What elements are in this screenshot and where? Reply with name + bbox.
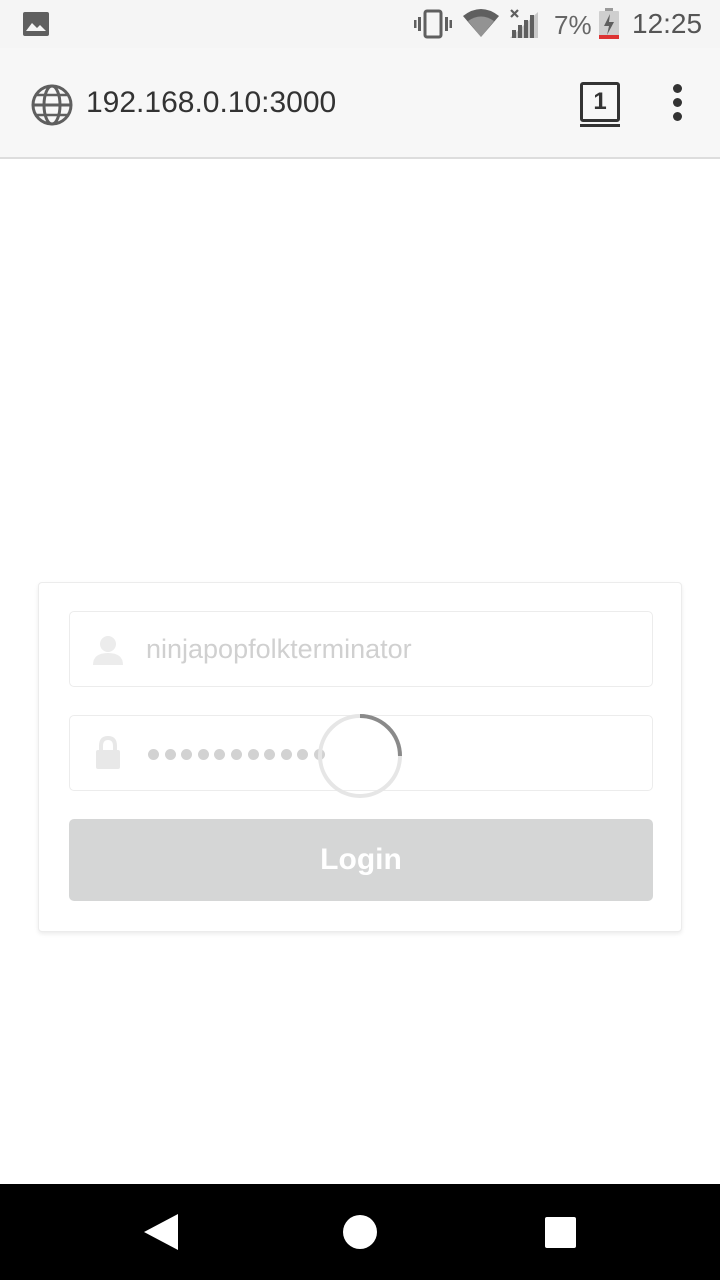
globe-icon[interactable] <box>30 83 74 127</box>
tab-switcher-underline <box>580 124 620 127</box>
battery-percent: 7% <box>554 10 592 40</box>
url-field[interactable]: 192.168.0.10:3000 <box>86 86 336 120</box>
home-icon[interactable] <box>343 1215 377 1249</box>
password-dot <box>148 749 159 760</box>
tab-switcher-button[interactable]: 1 <box>580 82 620 122</box>
battery-charging-icon <box>599 8 619 39</box>
loading-spinner <box>318 714 402 798</box>
username-value: ninjapopfolkterminator <box>146 634 412 664</box>
clock: 12:25 <box>632 8 703 39</box>
wifi-icon <box>463 9 499 37</box>
recents-icon[interactable] <box>545 1217 576 1248</box>
back-icon[interactable] <box>142 1212 180 1252</box>
lock-icon <box>96 736 120 769</box>
password-dot <box>264 749 276 760</box>
password-dot <box>297 749 309 760</box>
login-button[interactable]: Login <box>69 819 653 901</box>
image-icon <box>23 12 49 36</box>
overflow-menu-icon[interactable] <box>664 84 692 124</box>
password-dot <box>230 749 242 760</box>
system-nav-bar <box>0 1184 720 1280</box>
username-field[interactable]: ninjapopfolkterminator <box>69 611 653 687</box>
password-dot <box>247 749 259 760</box>
password-mask <box>148 747 331 761</box>
user-icon <box>93 636 123 665</box>
password-dot <box>181 749 193 760</box>
vibrate-icon <box>414 9 452 39</box>
browser-toolbar: 192.168.0.10:3000 1 <box>0 48 720 159</box>
password-dot <box>164 749 176 760</box>
status-bar: 7% 12:25 <box>0 0 720 48</box>
login-card: ninjapopfolkterminator Login <box>38 582 682 932</box>
password-dot <box>280 749 292 760</box>
password-dot <box>197 749 209 760</box>
password-dot <box>214 749 226 760</box>
page-content: ninjapopfolkterminator Login <box>0 160 720 1184</box>
signal-icon <box>510 9 538 38</box>
